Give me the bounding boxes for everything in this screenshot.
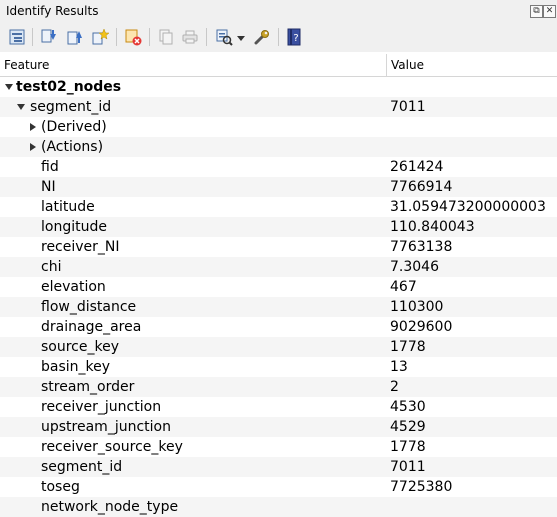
derived-node[interactable]: (Derived) [0, 117, 557, 137]
row-value: 110.840043 [390, 219, 475, 235]
identify-mode-icon[interactable] [215, 28, 233, 46]
column-header-value[interactable]: Value [387, 54, 557, 76]
row-value: 467 [390, 279, 417, 295]
attribute-row[interactable]: basin_key 13 [0, 357, 557, 377]
attribute-row[interactable]: source_key 1778 [0, 337, 557, 357]
row-value: 261424 [390, 159, 444, 175]
row-key: source_key [41, 339, 119, 355]
row-key: (Actions) [41, 139, 104, 155]
attribute-row[interactable]: stream_order 2 [0, 377, 557, 397]
attribute-row[interactable]: receiver_NI 7763138 [0, 237, 557, 257]
row-value: 7766914 [390, 179, 453, 195]
row-value: 7725380 [390, 479, 453, 495]
float-panel-button[interactable]: ⧉ [530, 5, 543, 18]
row-value: 7011 [390, 459, 426, 475]
tree-header: Feature Value [0, 54, 557, 77]
identify-mode-dropdown-icon[interactable] [236, 30, 246, 44]
attribute-row[interactable]: flow_distance 110300 [0, 297, 557, 317]
attribute-row[interactable]: longitude 110.840043 [0, 217, 557, 237]
help-icon[interactable]: ? [285, 28, 303, 46]
settings-icon[interactable] [253, 28, 271, 46]
attribute-row[interactable]: elevation 467 [0, 277, 557, 297]
expand-new-icon[interactable] [91, 28, 109, 46]
toolbar-separator [32, 28, 33, 46]
row-value: 7011 [390, 99, 426, 115]
column-header-feature[interactable]: Feature [0, 54, 387, 76]
row-value: 31.059473200000003 [390, 199, 546, 215]
row-value: 110300 [390, 299, 444, 315]
row-value: 2 [390, 379, 399, 395]
collapse-all-icon[interactable] [66, 28, 84, 46]
row-value: 13 [390, 359, 408, 375]
row-key: drainage_area [41, 319, 142, 335]
attribute-row[interactable]: toseg 7725380 [0, 477, 557, 497]
close-panel-button[interactable]: ✕ [543, 5, 556, 18]
row-value: 7763138 [390, 239, 453, 255]
layer-node[interactable]: test02_nodes [0, 77, 557, 97]
attribute-row[interactable]: drainage_area 9029600 [0, 317, 557, 337]
row-value: 7.3046 [390, 259, 439, 275]
row-value: 9029600 [390, 319, 453, 335]
attribute-row[interactable]: NI 7766914 [0, 177, 557, 197]
expand-arrow-icon[interactable] [30, 143, 36, 151]
expand-arrow-icon[interactable] [30, 123, 36, 131]
row-key: test02_nodes [16, 79, 122, 95]
attribute-row[interactable]: upstream_junction 4529 [0, 417, 557, 437]
toolbar-separator [116, 28, 117, 46]
toolbar-separator [206, 28, 207, 46]
row-key: basin_key [41, 359, 111, 375]
row-key: stream_order [41, 379, 135, 395]
attribute-row[interactable]: segment_id 7011 [0, 457, 557, 477]
attribute-row[interactable]: latitude 31.059473200000003 [0, 197, 557, 217]
expand-tree-icon[interactable] [8, 28, 26, 46]
collapse-arrow-icon[interactable] [17, 104, 25, 110]
collapse-arrow-icon[interactable] [5, 84, 13, 90]
row-key: segment_id [30, 99, 112, 115]
clear-results-icon[interactable] [124, 28, 142, 46]
row-key: toseg [41, 479, 80, 495]
attribute-row[interactable]: fid 261424 [0, 157, 557, 177]
row-key: receiver_NI [41, 239, 120, 255]
row-value: 1778 [390, 339, 426, 355]
svg-text:?: ? [293, 33, 298, 44]
toolbar-separator [278, 28, 279, 46]
row-key: network_node_type [41, 499, 179, 515]
row-key: latitude [41, 199, 95, 215]
panel-title-bar: Identify Results ⧉ ✕ [0, 0, 557, 22]
attribute-row[interactable]: chi 7.3046 [0, 257, 557, 277]
identify-results-tree: Feature Value test02_nodes segment_id 7011… [0, 54, 557, 517]
copy-feature-icon[interactable] [157, 28, 175, 46]
print-icon[interactable] [181, 28, 199, 46]
attribute-row[interactable]: network_node_type [0, 497, 557, 517]
feature-node[interactable]: segment_id 7011 [0, 97, 557, 117]
row-key: chi [41, 259, 62, 275]
actions-node[interactable]: (Actions) [0, 137, 557, 157]
attribute-row[interactable]: receiver_junction 4530 [0, 397, 557, 417]
row-key: segment_id [41, 459, 123, 475]
expand-all-icon[interactable] [40, 28, 58, 46]
row-key: upstream_junction [41, 419, 171, 435]
row-key: receiver_junction [41, 399, 162, 415]
attribute-row[interactable]: receiver_source_key 1778 [0, 437, 557, 457]
row-key: flow_distance [41, 299, 137, 315]
row-key: longitude [41, 219, 107, 235]
panel-title: Identify Results [6, 4, 99, 18]
row-key: fid [41, 159, 59, 175]
row-value: 4529 [390, 419, 426, 435]
row-value: 4530 [390, 399, 426, 415]
row-value: 1778 [390, 439, 426, 455]
toolbar-separator [149, 28, 150, 46]
identify-toolbar: ? [0, 22, 557, 52]
row-key: elevation [41, 279, 106, 295]
row-key: receiver_source_key [41, 439, 183, 455]
row-key: NI [41, 179, 56, 195]
row-key: (Derived) [41, 119, 107, 135]
